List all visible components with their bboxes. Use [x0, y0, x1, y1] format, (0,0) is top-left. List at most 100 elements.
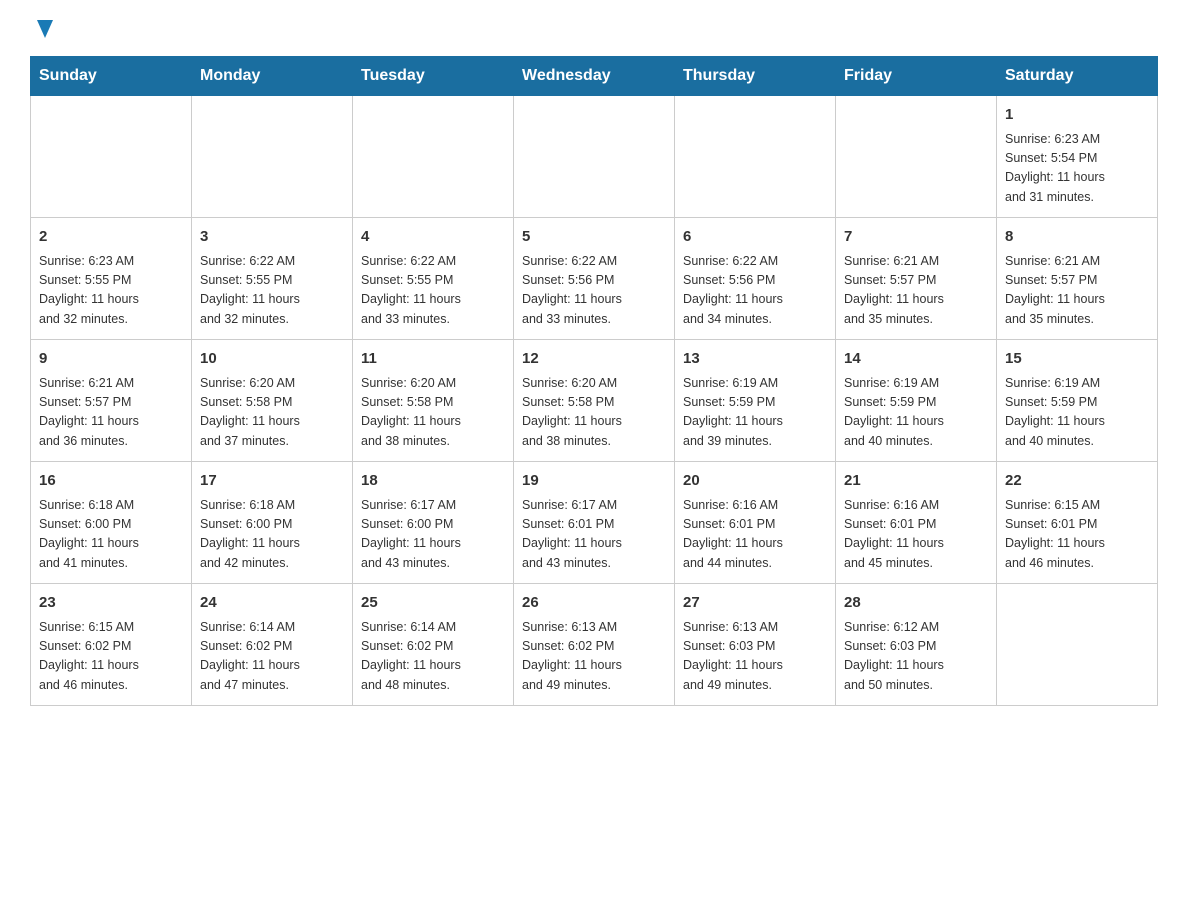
- calendar-header-row: SundayMondayTuesdayWednesdayThursdayFrid…: [31, 57, 1158, 96]
- day-number: 16: [39, 470, 183, 493]
- day-info: Sunrise: 6:15 AMSunset: 6:01 PMDaylight:…: [1005, 496, 1149, 574]
- calendar-cell: [514, 96, 675, 218]
- calendar-cell: 23 Sunrise: 6:15 AMSunset: 6:02 PMDayligh…: [31, 584, 192, 706]
- day-info: Sunrise: 6:16 AMSunset: 6:01 PMDaylight:…: [683, 496, 827, 574]
- day-info: Sunrise: 6:17 AMSunset: 6:00 PMDaylight:…: [361, 496, 505, 574]
- calendar-cell: 16 Sunrise: 6:18 AMSunset: 6:00 PMDayligh…: [31, 462, 192, 584]
- day-info: Sunrise: 6:20 AMSunset: 5:58 PMDaylight:…: [200, 374, 344, 452]
- day-info: Sunrise: 6:21 AMSunset: 5:57 PMDaylight:…: [844, 252, 988, 330]
- calendar-cell: 21 Sunrise: 6:16 AMSunset: 6:01 PMDayligh…: [836, 462, 997, 584]
- day-number: 5: [522, 226, 666, 249]
- calendar-header-tuesday: Tuesday: [353, 57, 514, 96]
- calendar-cell: 4 Sunrise: 6:22 AMSunset: 5:55 PMDaylight…: [353, 218, 514, 340]
- calendar-cell: [675, 96, 836, 218]
- calendar-cell: 1 Sunrise: 6:23 AMSunset: 5:54 PMDaylight…: [997, 96, 1158, 218]
- day-number: 28: [844, 592, 988, 615]
- calendar-cell: 15 Sunrise: 6:19 AMSunset: 5:59 PMDayligh…: [997, 340, 1158, 462]
- day-info: Sunrise: 6:19 AMSunset: 5:59 PMDaylight:…: [844, 374, 988, 452]
- calendar-cell: 24 Sunrise: 6:14 AMSunset: 6:02 PMDayligh…: [192, 584, 353, 706]
- calendar-header-friday: Friday: [836, 57, 997, 96]
- day-info: Sunrise: 6:13 AMSunset: 6:03 PMDaylight:…: [683, 618, 827, 696]
- calendar-cell: 25Sunrise: 6:14 AMSunset: 6:02 PMDayligh…: [353, 584, 514, 706]
- calendar-cell: 22 Sunrise: 6:15 AMSunset: 6:01 PMDayligh…: [997, 462, 1158, 584]
- day-info: Sunrise: 6:17 AMSunset: 6:01 PMDaylight:…: [522, 496, 666, 574]
- calendar-cell: 6 Sunrise: 6:22 AMSunset: 5:56 PMDaylight…: [675, 218, 836, 340]
- day-number: 23: [39, 592, 183, 615]
- calendar-cell: 18 Sunrise: 6:17 AMSunset: 6:00 PMDayligh…: [353, 462, 514, 584]
- calendar-cell: [192, 96, 353, 218]
- calendar-week-row: 1 Sunrise: 6:23 AMSunset: 5:54 PMDaylight…: [31, 96, 1158, 218]
- day-info: Sunrise: 6:22 AMSunset: 5:56 PMDaylight:…: [683, 252, 827, 330]
- calendar-cell: [353, 96, 514, 218]
- day-number: 22: [1005, 470, 1149, 493]
- logo-arrow-icon: [31, 16, 59, 44]
- calendar-cell: 13 Sunrise: 6:19 AMSunset: 5:59 PMDayligh…: [675, 340, 836, 462]
- day-info: Sunrise: 6:22 AMSunset: 5:55 PMDaylight:…: [361, 252, 505, 330]
- calendar-header-sunday: Sunday: [31, 57, 192, 96]
- day-number: 25: [361, 592, 505, 615]
- calendar-cell: 9 Sunrise: 6:21 AMSunset: 5:57 PMDaylight…: [31, 340, 192, 462]
- day-number: 24: [200, 592, 344, 615]
- day-info: Sunrise: 6:23 AMSunset: 5:55 PMDaylight:…: [39, 252, 183, 330]
- day-number: 12: [522, 348, 666, 371]
- day-number: 4: [361, 226, 505, 249]
- calendar-header-wednesday: Wednesday: [514, 57, 675, 96]
- day-number: 11: [361, 348, 505, 371]
- calendar-cell: 12 Sunrise: 6:20 AMSunset: 5:58 PMDayligh…: [514, 340, 675, 462]
- calendar-cell: 2 Sunrise: 6:23 AMSunset: 5:55 PMDaylight…: [31, 218, 192, 340]
- day-info: Sunrise: 6:20 AMSunset: 5:58 PMDaylight:…: [361, 374, 505, 452]
- day-number: 27: [683, 592, 827, 615]
- calendar-cell: [997, 584, 1158, 706]
- day-number: 19: [522, 470, 666, 493]
- day-number: 17: [200, 470, 344, 493]
- calendar-cell: 7 Sunrise: 6:21 AMSunset: 5:57 PMDaylight…: [836, 218, 997, 340]
- day-number: 13: [683, 348, 827, 371]
- calendar-week-row: 16 Sunrise: 6:18 AMSunset: 6:00 PMDayligh…: [31, 462, 1158, 584]
- day-info: Sunrise: 6:18 AMSunset: 6:00 PMDaylight:…: [200, 496, 344, 574]
- day-info: Sunrise: 6:23 AMSunset: 5:54 PMDaylight:…: [1005, 130, 1149, 208]
- day-info: Sunrise: 6:12 AMSunset: 6:03 PMDaylight:…: [844, 618, 988, 696]
- page-header: [30, 20, 1158, 36]
- logo: [30, 20, 59, 36]
- calendar-cell: 11 Sunrise: 6:20 AMSunset: 5:58 PMDayligh…: [353, 340, 514, 462]
- day-info: Sunrise: 6:15 AMSunset: 6:02 PMDaylight:…: [39, 618, 183, 696]
- day-info: Sunrise: 6:20 AMSunset: 5:58 PMDaylight:…: [522, 374, 666, 452]
- calendar-cell: 5Sunrise: 6:22 AMSunset: 5:56 PMDaylight…: [514, 218, 675, 340]
- day-info: Sunrise: 6:19 AMSunset: 5:59 PMDaylight:…: [1005, 374, 1149, 452]
- day-number: 15: [1005, 348, 1149, 371]
- calendar-cell: 27 Sunrise: 6:13 AMSunset: 6:03 PMDayligh…: [675, 584, 836, 706]
- day-number: 18: [361, 470, 505, 493]
- calendar-week-row: 9 Sunrise: 6:21 AMSunset: 5:57 PMDaylight…: [31, 340, 1158, 462]
- day-number: 1: [1005, 104, 1149, 127]
- calendar-cell: [836, 96, 997, 218]
- day-number: 9: [39, 348, 183, 371]
- calendar-cell: [31, 96, 192, 218]
- day-info: Sunrise: 6:22 AMSunset: 5:55 PMDaylight:…: [200, 252, 344, 330]
- day-number: 26: [522, 592, 666, 615]
- day-number: 2: [39, 226, 183, 249]
- calendar-cell: 3 Sunrise: 6:22 AMSunset: 5:55 PMDaylight…: [192, 218, 353, 340]
- day-number: 3: [200, 226, 344, 249]
- calendar-header-thursday: Thursday: [675, 57, 836, 96]
- calendar-header-monday: Monday: [192, 57, 353, 96]
- day-info: Sunrise: 6:21 AMSunset: 5:57 PMDaylight:…: [1005, 252, 1149, 330]
- calendar-table: SundayMondayTuesdayWednesdayThursdayFrid…: [30, 56, 1158, 706]
- calendar-cell: 26 Sunrise: 6:13 AMSunset: 6:02 PMDayligh…: [514, 584, 675, 706]
- day-info: Sunrise: 6:19 AMSunset: 5:59 PMDaylight:…: [683, 374, 827, 452]
- day-number: 7: [844, 226, 988, 249]
- calendar-cell: 17 Sunrise: 6:18 AMSunset: 6:00 PMDayligh…: [192, 462, 353, 584]
- calendar-week-row: 2 Sunrise: 6:23 AMSunset: 5:55 PMDaylight…: [31, 218, 1158, 340]
- day-number: 8: [1005, 226, 1149, 249]
- day-info: Sunrise: 6:21 AMSunset: 5:57 PMDaylight:…: [39, 374, 183, 452]
- day-number: 10: [200, 348, 344, 371]
- calendar-week-row: 23 Sunrise: 6:15 AMSunset: 6:02 PMDayligh…: [31, 584, 1158, 706]
- calendar-cell: 10 Sunrise: 6:20 AMSunset: 5:58 PMDayligh…: [192, 340, 353, 462]
- day-number: 6: [683, 226, 827, 249]
- day-number: 20: [683, 470, 827, 493]
- day-info: Sunrise: 6:18 AMSunset: 6:00 PMDaylight:…: [39, 496, 183, 574]
- day-info: Sunrise: 6:16 AMSunset: 6:01 PMDaylight:…: [844, 496, 988, 574]
- day-info: Sunrise: 6:13 AMSunset: 6:02 PMDaylight:…: [522, 618, 666, 696]
- day-number: 21: [844, 470, 988, 493]
- day-info: Sunrise: 6:14 AMSunset: 6:02 PMDaylight:…: [200, 618, 344, 696]
- calendar-cell: 19 Sunrise: 6:17 AMSunset: 6:01 PMDayligh…: [514, 462, 675, 584]
